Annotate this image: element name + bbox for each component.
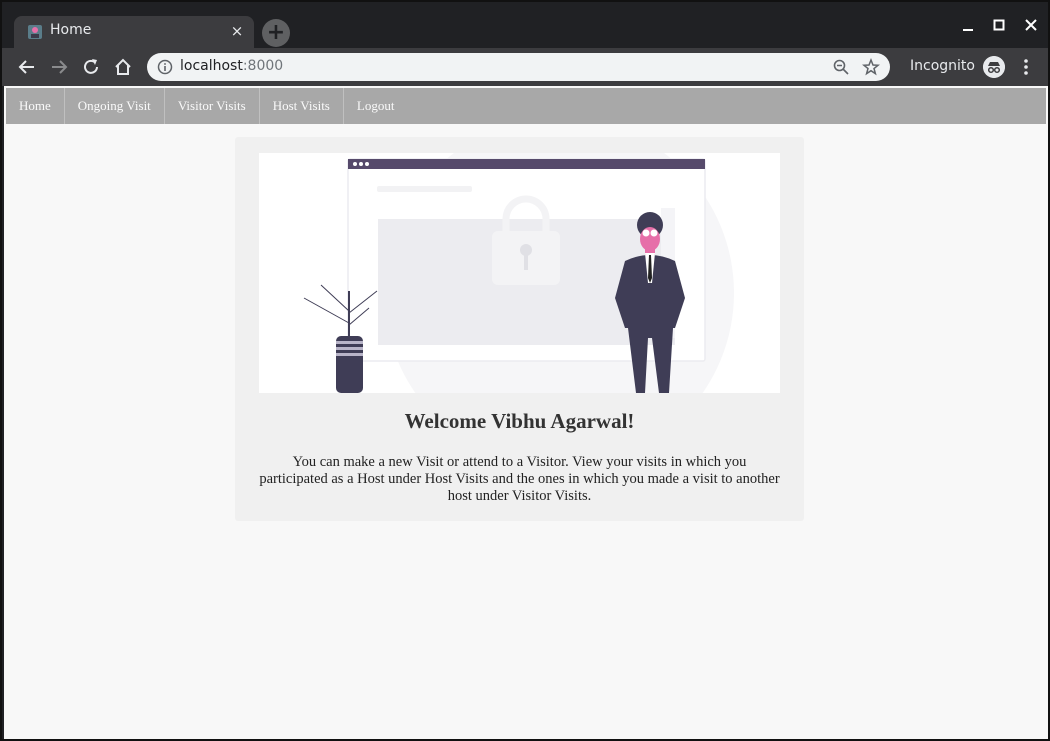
nav-logout[interactable]: Logout (344, 88, 408, 124)
nav-home[interactable]: Home (6, 88, 65, 124)
menu-icon[interactable] (1019, 57, 1033, 77)
tab-home[interactable]: Home × (14, 16, 254, 48)
nav-ongoing-visit[interactable]: Ongoing Visit (65, 88, 165, 124)
forward-icon[interactable] (48, 56, 70, 78)
back-icon[interactable] (16, 56, 38, 78)
tab-strip: Home × + (2, 2, 1048, 48)
minimize-icon[interactable] (956, 14, 980, 38)
url-host: localhost (180, 58, 243, 74)
url-text[interactable]: localhost:8000 (180, 58, 283, 74)
browser-toolbar: localhost:8000 Incognito (2, 48, 1048, 86)
security-illustration (259, 153, 780, 393)
star-icon[interactable] (862, 58, 880, 76)
welcome-description: You can make a new Visit or attend to a … (259, 454, 780, 504)
close-tab-icon[interactable]: × (228, 22, 246, 40)
incognito-icon[interactable] (983, 56, 1005, 78)
top-navbar: Home Ongoing Visit Visitor Visits Host V… (6, 88, 1046, 124)
page-viewport: Home Ongoing Visit Visitor Visits Host V… (4, 86, 1048, 739)
info-icon[interactable] (157, 59, 173, 75)
address-bar[interactable]: localhost:8000 (147, 53, 890, 81)
nav-host-visits[interactable]: Host Visits (260, 88, 344, 124)
zoom-out-icon[interactable] (832, 58, 850, 76)
url-port: :8000 (242, 58, 284, 74)
welcome-heading: Welcome Vibhu Agarwal! (404, 409, 635, 433)
nav-visitor-visits[interactable]: Visitor Visits (165, 88, 260, 124)
maximize-icon[interactable] (987, 14, 1011, 38)
tab-title: Home (50, 22, 92, 38)
close-icon[interactable] (1019, 14, 1043, 38)
home-icon[interactable] (112, 56, 134, 78)
favicon-icon (28, 25, 42, 39)
new-tab-button[interactable]: + (262, 19, 290, 47)
reload-icon[interactable] (80, 56, 102, 78)
browser-window: Home × + localhost:8000 Incognito Home O… (0, 0, 1050, 741)
welcome-card: Welcome Vibhu Agarwal! You can make a ne… (235, 137, 804, 521)
incognito-label: Incognito (910, 58, 975, 74)
